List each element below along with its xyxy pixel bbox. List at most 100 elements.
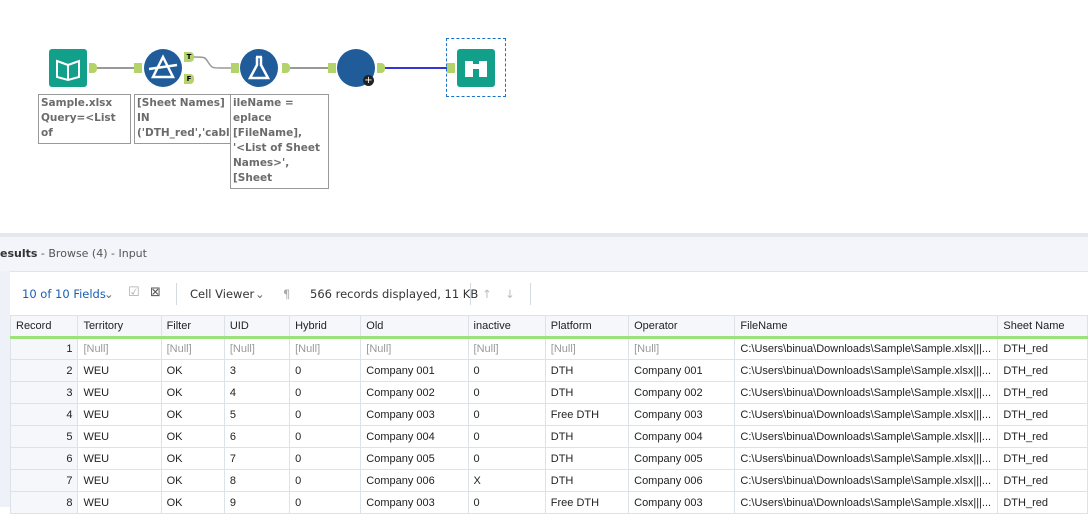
false-anchor[interactable]: F: [184, 74, 194, 84]
column-header[interactable]: Filter: [160, 315, 225, 339]
table-cell[interactable]: [Null]: [77, 337, 162, 360]
table-cell[interactable]: OK: [160, 491, 225, 514]
table-cell[interactable]: WEU: [77, 469, 162, 492]
column-header[interactable]: inactive: [467, 315, 546, 339]
column-header[interactable]: Old: [360, 315, 469, 339]
table-cell[interactable]: 6: [223, 425, 291, 448]
table-cell[interactable]: WEU: [77, 403, 162, 426]
table-cell[interactable]: X: [467, 469, 546, 492]
input-data-tool[interactable]: [49, 49, 87, 87]
table-cell[interactable]: C:\Users\binua\Downloads\Sample\Sample.x…: [734, 359, 999, 382]
table-cell[interactable]: 0: [289, 381, 362, 404]
chevron-down-icon[interactable]: ⌄: [104, 287, 114, 301]
input-anchor[interactable]: [134, 63, 142, 73]
column-header[interactable]: FileName: [734, 315, 999, 339]
input-anchor[interactable]: [231, 63, 239, 73]
table-cell[interactable]: DTH: [544, 359, 630, 382]
table-cell[interactable]: [Null]: [467, 337, 546, 360]
table-cell[interactable]: OK: [160, 359, 225, 382]
table-cell[interactable]: Company 001: [628, 359, 736, 382]
table-cell[interactable]: 0: [289, 359, 362, 382]
table-cell[interactable]: 0: [289, 491, 362, 514]
table-cell[interactable]: 0: [467, 425, 546, 448]
chevron-down-icon[interactable]: ⌄: [255, 287, 265, 301]
table-cell[interactable]: Company 005: [628, 447, 736, 470]
table-cell[interactable]: OK: [160, 381, 225, 404]
column-header[interactable]: Record: [9, 315, 79, 339]
table-cell[interactable]: C:\Users\binua\Downloads\Sample\Sample.x…: [734, 381, 999, 404]
table-cell[interactable]: DTH_red: [997, 359, 1088, 382]
table-cell[interactable]: DTH_red: [997, 447, 1088, 470]
checkbox-icon[interactable]: ☑: [128, 285, 140, 300]
table-cell[interactable]: Company 005: [360, 447, 469, 470]
table-row[interactable]: 1 [Null] [Null] [Null] [Null] [Null] [Null] [Nu…: [9, 337, 1088, 360]
record-number[interactable]: 3: [9, 381, 79, 404]
table-cell[interactable]: WEU: [77, 447, 162, 470]
input-anchor[interactable]: [328, 63, 336, 73]
table-cell[interactable]: 8: [223, 469, 291, 492]
table-row[interactable]: 2 WEU OK 3 0 Company 001 0 DTH Company 001 C:\Use…: [9, 359, 1088, 382]
table-cell[interactable]: [Null]: [223, 337, 291, 360]
table-cell[interactable]: C:\Users\binua\Downloads\Sample\Sample.x…: [734, 469, 999, 492]
record-number[interactable]: 7: [9, 469, 79, 492]
table-cell[interactable]: WEU: [77, 425, 162, 448]
table-cell[interactable]: 3: [223, 359, 291, 382]
table-cell[interactable]: DTH: [544, 381, 630, 404]
table-cell[interactable]: OK: [160, 469, 225, 492]
table-cell[interactable]: 0: [289, 447, 362, 470]
table-cell[interactable]: Company 006: [628, 469, 736, 492]
table-cell[interactable]: Company 003: [628, 403, 736, 426]
input-anchor[interactable]: [447, 63, 455, 73]
table-cell[interactable]: C:\Users\binua\Downloads\Sample\Sample.x…: [734, 337, 999, 360]
table-row[interactable]: 8 WEU OK 9 0 Company 003 0 Free DTH Company 003 C…: [9, 491, 1088, 514]
table-cell[interactable]: Company 002: [360, 381, 469, 404]
table-cell[interactable]: WEU: [77, 359, 162, 382]
column-header[interactable]: Platform: [544, 315, 630, 339]
table-cell[interactable]: Free DTH: [544, 403, 630, 426]
column-header[interactable]: Operator: [628, 315, 736, 339]
table-row[interactable]: 3 WEU OK 4 0 Company 002 0 DTH Company 002 C:\Use…: [9, 381, 1088, 404]
table-row[interactable]: 4 WEU OK 5 0 Company 003 0 Free DTH Company 003 C…: [9, 403, 1088, 426]
table-cell[interactable]: DTH_red: [997, 381, 1088, 404]
table-cell[interactable]: Company 003: [628, 491, 736, 514]
table-cell[interactable]: DTH_red: [997, 403, 1088, 426]
table-row[interactable]: 5 WEU OK 6 0 Company 004 0 DTH Company 004 C:\Use…: [9, 425, 1088, 448]
table-cell[interactable]: [Null]: [628, 337, 736, 360]
table-cell[interactable]: OK: [160, 447, 225, 470]
table-cell[interactable]: [Null]: [289, 337, 362, 360]
table-cell[interactable]: OK: [160, 403, 225, 426]
arrow-down-icon[interactable]: ↓: [505, 287, 515, 301]
selected-browse-tool[interactable]: [446, 38, 506, 97]
table-cell[interactable]: 0: [467, 381, 546, 404]
table-cell[interactable]: Company 003: [360, 491, 469, 514]
table-cell[interactable]: DTH_red: [997, 425, 1088, 448]
cell-viewer-dropdown[interactable]: Cell Viewer: [190, 287, 254, 301]
table-cell[interactable]: 7: [223, 447, 291, 470]
table-cell[interactable]: DTH: [544, 447, 630, 470]
table-cell[interactable]: Company 003: [360, 403, 469, 426]
table-cell[interactable]: Company 004: [360, 425, 469, 448]
output-anchor[interactable]: [282, 63, 290, 73]
deselect-icon[interactable]: ⊠: [150, 285, 161, 300]
table-cell[interactable]: Company 006: [360, 469, 469, 492]
filter-tool[interactable]: [144, 49, 182, 87]
record-number[interactable]: 2: [9, 359, 79, 382]
add-icon[interactable]: +: [363, 75, 374, 86]
table-row[interactable]: 7 WEU OK 8 0 Company 006 X DTH Company 006 C:\Use…: [9, 469, 1088, 492]
table-cell[interactable]: 0: [289, 403, 362, 426]
column-header[interactable]: Hybrid: [289, 315, 362, 339]
workflow-canvas[interactable]: T F + Sample.xlsx Query=<List of Sheet N…: [0, 0, 1088, 233]
table-cell[interactable]: C:\Users\binua\Downloads\Sample\Sample.x…: [734, 403, 999, 426]
table-cell[interactable]: 0: [289, 425, 362, 448]
arrow-up-icon[interactable]: ↑: [482, 287, 492, 301]
table-cell[interactable]: WEU: [77, 491, 162, 514]
true-anchor[interactable]: T: [184, 52, 194, 62]
record-number[interactable]: 4: [9, 403, 79, 426]
browse-tool[interactable]: [457, 49, 495, 87]
table-cell[interactable]: DTH: [544, 469, 630, 492]
table-cell[interactable]: 0: [467, 403, 546, 426]
table-cell[interactable]: [Null]: [160, 337, 225, 360]
table-cell[interactable]: C:\Users\binua\Downloads\Sample\Sample.x…: [734, 491, 999, 514]
table-cell[interactable]: 9: [223, 491, 291, 514]
table-cell[interactable]: 5: [223, 403, 291, 426]
